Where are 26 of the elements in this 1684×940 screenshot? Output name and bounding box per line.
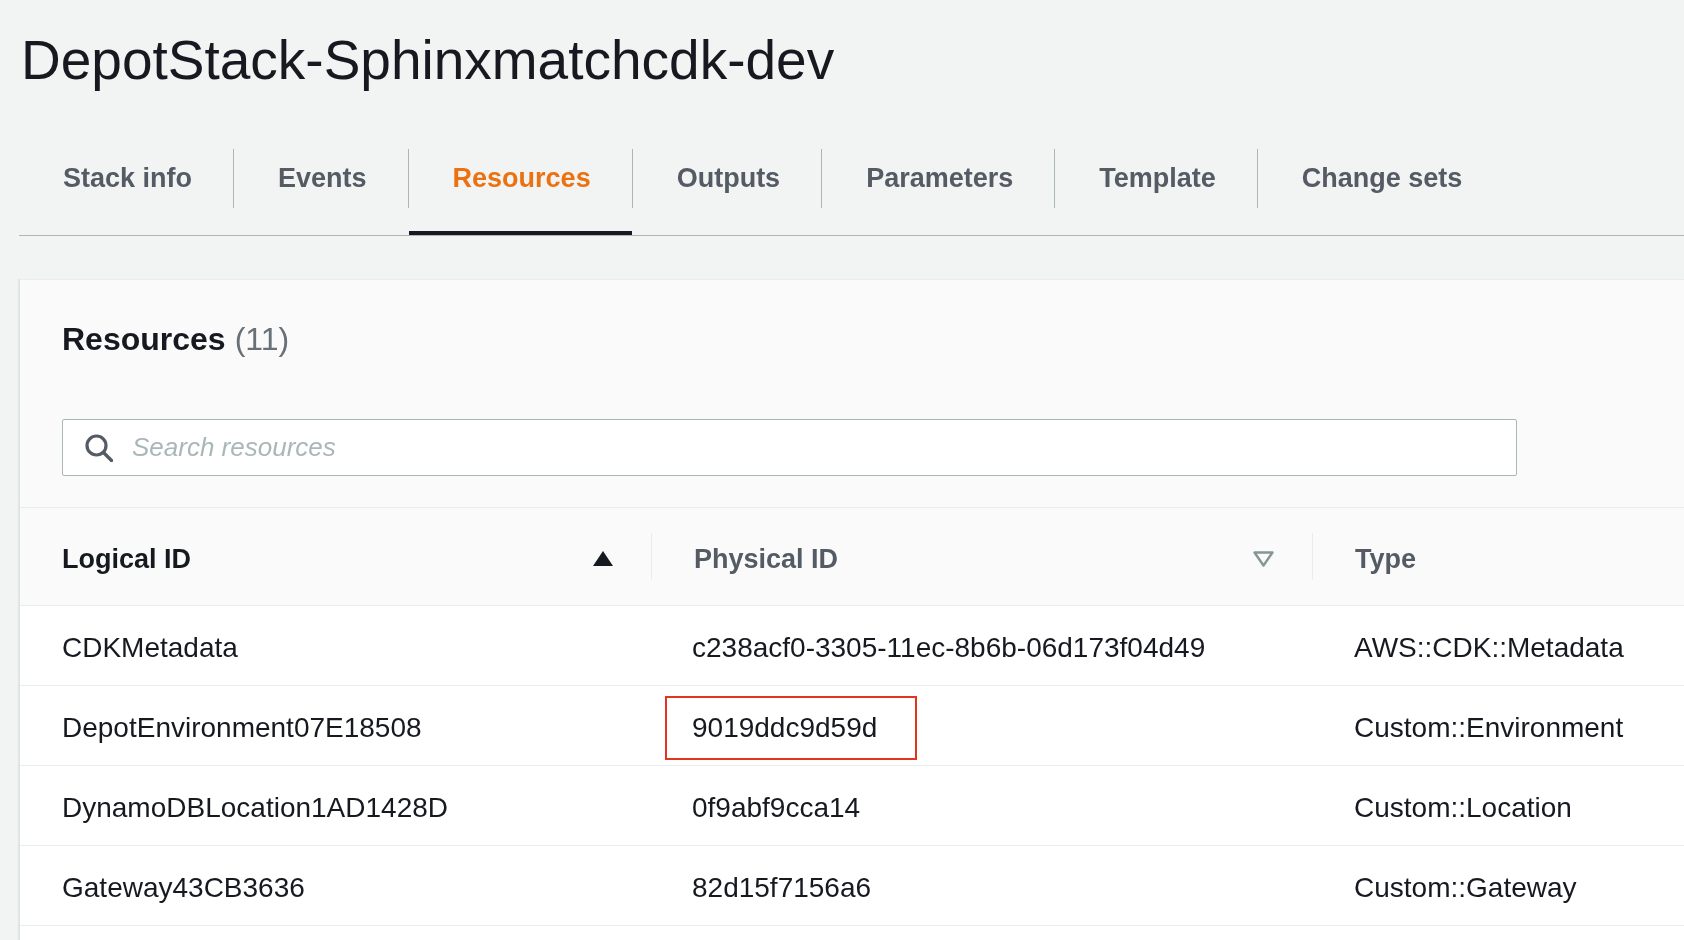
logical-id: CDKMetadata xyxy=(62,631,238,664)
tab[interactable]: Template xyxy=(1055,122,1257,235)
resource-type: Custom::Environment xyxy=(1354,711,1624,744)
column-header: Type xyxy=(1354,542,1417,576)
logical-id: DynamoDBLocation1AD1428D xyxy=(62,791,448,824)
column-header[interactable]: Logical ID xyxy=(20,508,652,605)
tab[interactable]: Outputs xyxy=(632,122,822,235)
resource-type: Custom::Gateway xyxy=(1354,871,1577,904)
resource-type: Custom::Location xyxy=(1354,791,1572,824)
search-field[interactable]: Search resources xyxy=(62,419,1517,476)
tab[interactable]: Stack info xyxy=(19,122,234,235)
physical-id: 0f9abf9cca14 xyxy=(692,791,861,824)
resource-type: AWS::CDK::Metadata xyxy=(1354,631,1624,664)
physical-id: c238acf0-3305-11ec-8b6b-06d173f04d49 xyxy=(692,631,1206,664)
highlighted-physical-id: 9019ddc9d59d xyxy=(665,695,918,760)
tab[interactable]: Events xyxy=(234,122,408,235)
logical-id: Gateway43CB3636 xyxy=(62,871,305,904)
panel-heading: Resources xyxy=(62,320,226,359)
search-icon xyxy=(85,434,113,462)
column-header[interactable]: Physical ID xyxy=(652,508,1313,605)
page-title: DepotStack-Sphinxmatchcdk-dev xyxy=(21,28,835,92)
logical-id: DepotEnvironment07E18508 xyxy=(62,711,422,744)
tab[interactable]: Parameters xyxy=(822,122,1055,235)
resource-count: (11) xyxy=(234,320,290,359)
physical-id: 82d15f7156a6 xyxy=(692,871,872,904)
tab[interactable]: Change sets xyxy=(1257,122,1504,235)
